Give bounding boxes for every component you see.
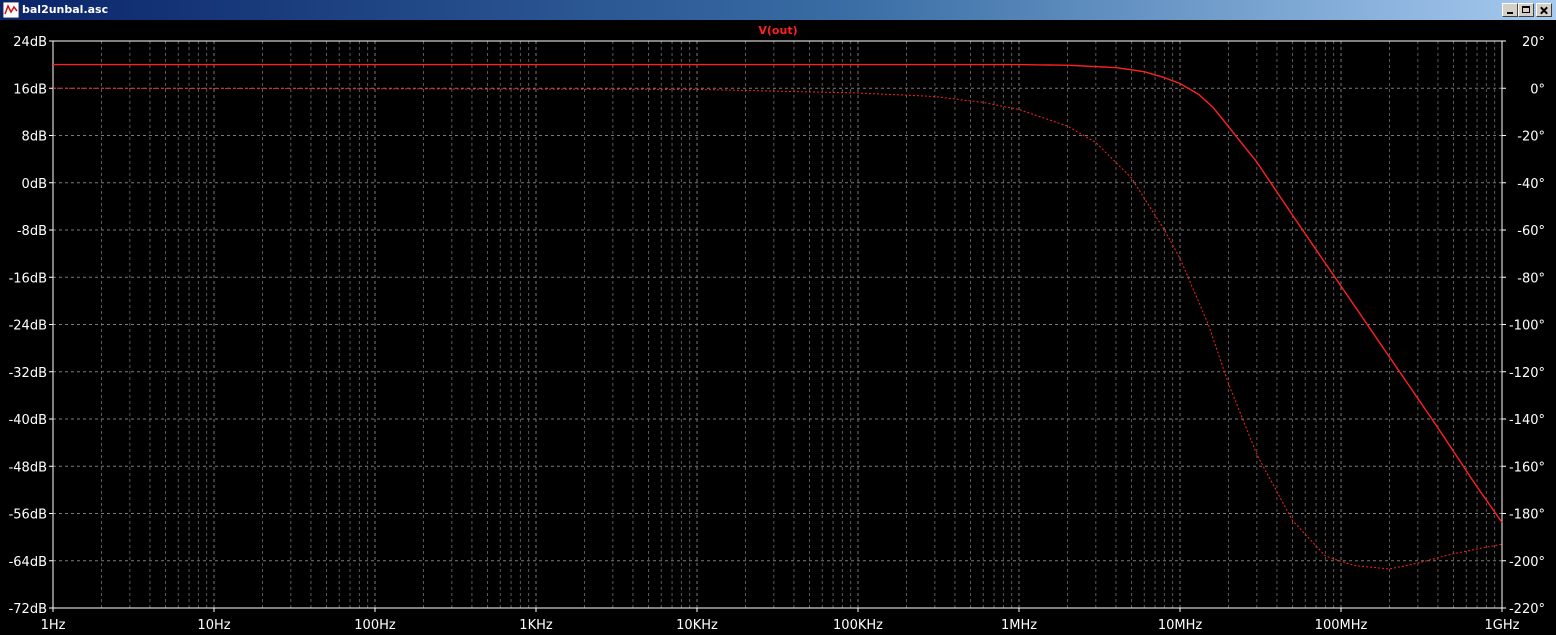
left-tick-label: -32dB [9, 366, 47, 381]
right-tick-label: -140° [1509, 413, 1545, 428]
title-bar[interactable]: bal2unbal.asc [0, 0, 1556, 20]
close-button[interactable] [1536, 3, 1552, 17]
waveform-app-icon [3, 2, 19, 18]
left-tick-label: -24dB [9, 319, 47, 334]
right-tick-label: -80° [1517, 271, 1545, 286]
left-tick-label: 8dB [22, 130, 47, 145]
right-tick-label: 20° [1522, 35, 1545, 50]
left-tick-label: -64dB [9, 555, 47, 570]
right-tick-label: -120° [1509, 366, 1545, 381]
trace-title[interactable]: V(out) [740, 24, 816, 37]
right-tick-label: -20° [1517, 130, 1545, 145]
phase-trace[interactable] [53, 87, 1503, 570]
x-tick-label: 1KHz [519, 618, 553, 633]
x-tick-label: 1MHz [1001, 618, 1037, 633]
left-tick-label: -48dB [9, 460, 47, 475]
magnitude-trace[interactable] [53, 63, 1503, 523]
left-tick-label: 24dB [13, 35, 47, 50]
right-tick-label: 0° [1530, 82, 1545, 97]
left-tick-label: 16dB [13, 82, 47, 97]
right-tick-label: -60° [1517, 224, 1545, 239]
x-tick-label: 10MHz [1158, 618, 1203, 633]
right-tick-label: -220° [1509, 602, 1545, 617]
left-tick-label: -16dB [9, 271, 47, 286]
x-tick-label: 100Hz [354, 618, 396, 633]
right-tick-label: -180° [1509, 508, 1545, 523]
x-tick-label: 1GHz [1485, 618, 1520, 633]
right-tick-label: -200° [1509, 555, 1545, 570]
x-tick-label: 10KHz [676, 618, 718, 633]
minimize-button[interactable] [1502, 3, 1518, 17]
x-tick-label: 10Hz [197, 618, 230, 633]
right-tick-label: -100° [1509, 319, 1545, 334]
x-tick-label: 1Hz [41, 618, 66, 633]
left-tick-label: -72dB [9, 602, 47, 617]
right-tick-label: -160° [1509, 460, 1545, 475]
x-tick-label: 100MHz [1315, 618, 1368, 633]
right-tick-label: -40° [1517, 177, 1545, 192]
x-tick-label: 100KHz [833, 618, 883, 633]
left-tick-label: -40dB [9, 413, 47, 428]
waveform-window: bal2unbal.asc 24dB 16dB 8dB 0dB -8dB -16dB -24… [0, 0, 1556, 635]
maximize-button[interactable] [1518, 3, 1534, 17]
bode-plot[interactable]: 24dB 16dB 8dB 0dB -8dB -16dB -24dB -32dB -40dB -4… [0, 20, 1556, 635]
left-tick-label: -56dB [9, 508, 47, 523]
left-tick-label: -8dB [17, 224, 47, 239]
left-tick-label: 0dB [22, 177, 47, 192]
window-title: bal2unbal.asc [22, 3, 109, 16]
